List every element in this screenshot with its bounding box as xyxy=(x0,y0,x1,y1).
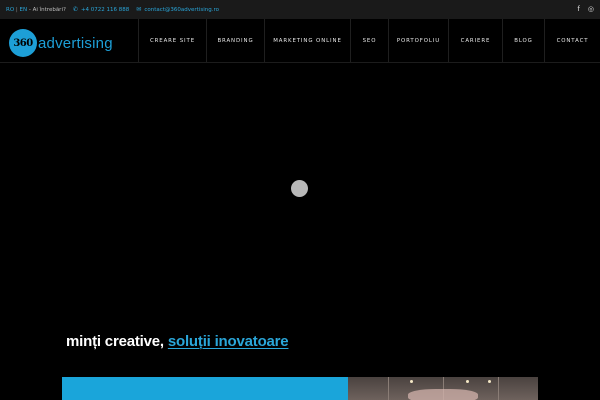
ceiling-lamp xyxy=(488,380,491,383)
tagline-accent-link[interactable]: soluții inovatoare xyxy=(168,333,289,350)
lang-ro-link[interactable]: RO xyxy=(6,7,14,13)
email-contact[interactable]: ✉ contact@360advertising.ro xyxy=(136,6,219,13)
ceiling-lamp xyxy=(466,380,469,383)
instagram-icon[interactable]: ◎ xyxy=(588,6,594,13)
nav-item-marketing-online[interactable]: MARKETING ONLINE xyxy=(264,19,350,62)
site-logo[interactable]: 360 advertising xyxy=(9,29,113,57)
ceiling-beam xyxy=(498,377,499,400)
hero-section xyxy=(0,63,600,377)
logo-badge-text: 360 xyxy=(13,37,33,49)
facebook-icon[interactable]: f xyxy=(577,6,579,13)
phone-number[interactable]: +4 0722 116 888 xyxy=(81,7,129,13)
main-nav: CREARE SITE BRANDING MARKETING ONLINE SE… xyxy=(138,19,600,62)
nav-item-label: CONTACT xyxy=(556,37,589,44)
ceiling-beam xyxy=(388,377,389,400)
top-bar: RO | EN - Ai întrebări? ✆ +4 0722 116 88… xyxy=(0,0,600,19)
nav-item-branding[interactable]: BRANDING xyxy=(206,19,264,62)
blue-content-panel xyxy=(62,377,348,400)
office-photo xyxy=(348,377,538,400)
question-text: - Ai întrebări? xyxy=(27,6,66,13)
nav-item-label: PORTOFOLIU xyxy=(396,37,441,44)
lang-en-link[interactable]: EN xyxy=(20,7,28,13)
mail-icon: ✉ xyxy=(136,6,142,13)
logo-wordmark: advertising xyxy=(38,34,113,52)
wall-sign-glow xyxy=(408,389,478,400)
language-switcher: RO | EN - Ai întrebări? xyxy=(6,7,66,13)
nav-item-label: MARKETING ONLINE xyxy=(273,37,342,44)
nav-item-portofoliu[interactable]: PORTOFOLIU xyxy=(388,19,448,62)
tagline-main: minți creative, xyxy=(66,333,168,350)
nav-item-label: BLOG xyxy=(514,37,533,44)
nav-item-seo[interactable]: SEO xyxy=(350,19,388,62)
social-links: f ◎ xyxy=(577,6,594,13)
logo-badge: 360 xyxy=(9,29,37,57)
nav-item-label: CARIERE xyxy=(460,37,491,44)
hero-tagline: minți creative, soluții inovatoare xyxy=(66,333,289,350)
phone-contact[interactable]: ✆ +4 0722 116 888 xyxy=(73,6,129,13)
nav-item-label: BRANDING xyxy=(217,37,254,44)
phone-icon: ✆ xyxy=(72,6,78,13)
ceiling-lamp xyxy=(410,380,413,383)
site-header: 360 advertising CREARE SITE BRANDING MAR… xyxy=(0,19,600,63)
email-address[interactable]: contact@360advertising.ro xyxy=(144,7,219,13)
nav-item-creare-site[interactable]: CREARE SITE xyxy=(138,19,206,62)
loading-spinner xyxy=(291,180,308,197)
nav-item-contact[interactable]: CONTACT xyxy=(544,19,600,62)
nav-item-blog[interactable]: BLOG xyxy=(502,19,544,62)
nav-item-cariere[interactable]: CARIERE xyxy=(448,19,502,62)
nav-item-label: SEO xyxy=(362,37,377,44)
nav-item-label: CREARE SITE xyxy=(149,37,196,44)
